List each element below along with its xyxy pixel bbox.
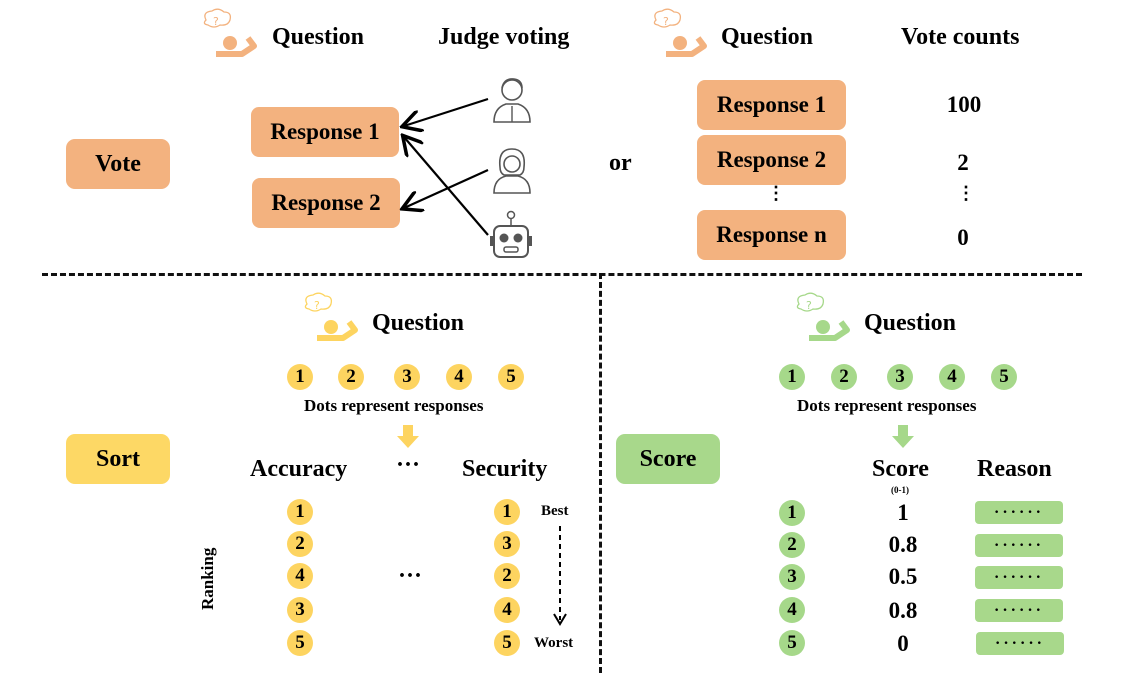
score-response-dot: 5 [991,364,1017,390]
vote-responses-ellipsis: ⋮ [767,183,785,203]
accuracy-rank-dot: 5 [287,630,313,656]
score-response-dot: 1 [779,364,805,390]
reason-box: ······ [975,501,1063,524]
score-down-arrow-icon [892,425,914,448]
vote-count-2: 2 [957,150,969,175]
vote-right-response-2: Response 2 [697,135,846,185]
ranking-axis-label: Ranking [198,547,217,610]
sort-label: Sort [66,434,170,484]
sort-header-ellipsis: ··· [396,452,421,478]
score-value: 0 [897,631,909,656]
accuracy-rank-dot: 4 [287,563,313,589]
sort-response-dot: 5 [498,364,524,390]
security-rank-dot: 4 [494,597,520,623]
score-value: 0.5 [888,564,918,589]
score-row-dot: 1 [779,500,805,526]
score-row-dot: 3 [779,564,805,590]
arrow-man-to-response-1 [404,97,489,126]
accuracy-rank-dot: 3 [287,597,313,623]
score-row-dot: 5 [779,630,805,656]
horizontal-divider [42,273,1082,276]
reason-box: ······ [976,632,1064,655]
vote-right-response-n: Response n [697,210,846,260]
vote-counts-ellipsis: ⋮ [957,183,975,203]
sort-security-header: Security [462,456,548,482]
score-dots-caption: Dots represent responses [797,396,977,415]
vote-right-question-header: Question [721,24,814,50]
accuracy-rank-dot: 1 [287,499,313,525]
sort-question-header: Question [372,310,465,336]
score-value: 0.8 [888,532,918,557]
vote-right-response-1: Response 1 [697,80,846,130]
best-label: Best [541,503,569,519]
sort-down-arrow-icon [397,425,419,448]
reason-box: ······ [975,534,1063,557]
svg-text:?: ? [663,15,669,28]
best-to-worst-arrow [553,526,567,626]
question-person-icon: ? [304,292,358,341]
score-row-dot: 4 [779,597,805,623]
vote-count-1: 100 [946,92,982,117]
security-rank-dot: 5 [494,630,520,656]
score-response-dot: 2 [831,364,857,390]
score-range-label: (0-1) [891,485,909,495]
sort-middle-ellipsis: ··· [398,563,423,589]
score-value: 0.8 [888,598,918,623]
sort-accuracy-header: Accuracy [250,456,348,482]
svg-text:?: ? [806,299,812,312]
security-rank-dot: 2 [494,563,520,589]
score-question-header: Question [864,310,957,336]
score-value: 1 [897,500,909,525]
score-label: Score [616,434,720,484]
sort-response-dot: 3 [394,364,420,390]
reason-column-header: Reason [977,456,1052,482]
vote-count-n: 0 [957,225,969,250]
accuracy-rank-dot: 2 [287,531,313,557]
svg-text:?: ? [314,299,320,312]
reason-box: ······ [975,599,1063,622]
security-rank-dot: 1 [494,499,520,525]
arrow-woman-to-response-2 [404,168,489,208]
question-person-icon: ? [796,292,850,341]
score-response-dot: 3 [887,364,913,390]
or-label: or [609,150,632,176]
reason-box: ······ [975,566,1063,589]
sort-response-dot: 1 [287,364,313,390]
sort-response-dot: 4 [446,364,472,390]
vertical-divider [599,273,602,673]
worst-label: Worst [534,635,574,651]
score-response-dot: 4 [939,364,965,390]
score-row-dot: 2 [779,532,805,558]
score-column-header: Score [872,456,929,482]
security-rank-dot: 3 [494,531,520,557]
sort-dots-caption: Dots represent responses [304,396,484,415]
sort-response-dot: 2 [338,364,364,390]
arrow-robot-to-response-1 [404,137,489,236]
question-person-icon: ? [653,8,707,57]
vote-counts-header: Vote counts [901,24,1020,50]
